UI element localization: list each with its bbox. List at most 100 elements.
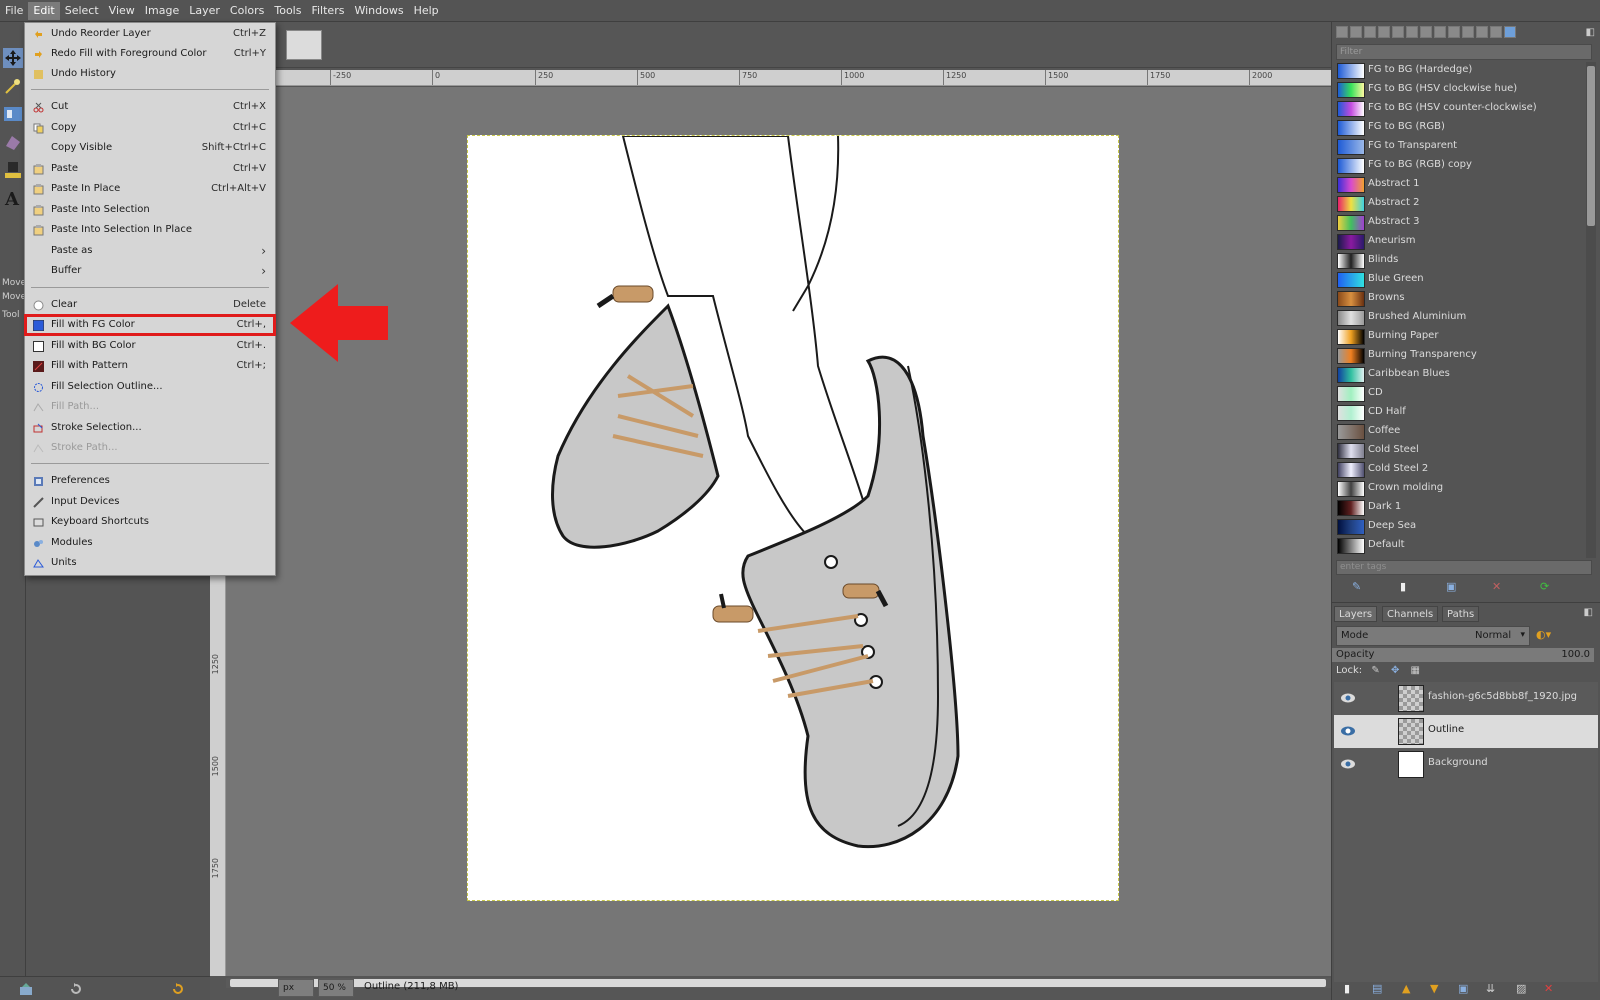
sample-points-tab-icon[interactable] — [1490, 26, 1502, 38]
horizontal-ruler[interactable]: -250 0 250 500 750 1000 1250 1500 1750 2… — [226, 70, 1336, 86]
image-tab-thumbnail[interactable] — [286, 30, 322, 60]
menu-item-undo-history[interactable]: Undo History — [25, 64, 275, 84]
menu-item-cut[interactable]: Cut Ctrl+X — [25, 97, 275, 117]
tool-presets-tab-icon[interactable] — [1434, 26, 1446, 38]
add-mask-icon[interactable]: ▨ — [1516, 982, 1526, 995]
gradient-item[interactable]: Dark 1 — [1336, 499, 1584, 518]
layer-row[interactable]: Outline — [1334, 715, 1598, 748]
composite-mode-icon[interactable]: ◐▾ — [1536, 628, 1551, 641]
text-tool-icon[interactable]: A — [3, 188, 23, 208]
gradient-item[interactable]: Abstract 2 — [1336, 195, 1584, 214]
zoom-select[interactable]: 50 % — [318, 979, 354, 997]
move-tool-icon[interactable] — [3, 48, 23, 68]
menu-colors[interactable]: Colors — [225, 2, 269, 20]
panel-menu-icon[interactable]: ◧ — [1584, 607, 1593, 618]
menu-tools[interactable]: Tools — [269, 2, 306, 20]
warp-tool-icon[interactable] — [3, 132, 23, 152]
menu-item-undo[interactable]: Undo Reorder Layer Ctrl+Z — [25, 24, 275, 44]
gradient-item[interactable]: CD Half — [1336, 404, 1584, 423]
lock-pixels-icon[interactable]: ✎ — [1371, 665, 1379, 676]
menu-layer[interactable]: Layer — [184, 2, 225, 20]
raise-layer-icon[interactable]: ▲ — [1402, 982, 1410, 995]
gradients-tab-icon[interactable] — [1504, 26, 1516, 38]
new-layer-icon[interactable]: ▮ — [1344, 982, 1350, 995]
menu-item-input-devices[interactable]: Input Devices — [25, 492, 275, 512]
menu-edit[interactable]: Edit — [28, 1, 60, 20]
refresh-gradients-icon[interactable]: ⟳ — [1540, 580, 1549, 593]
document-history-tab-icon[interactable] — [1378, 26, 1390, 38]
menu-view[interactable]: View — [104, 2, 140, 20]
transform-tool-icon[interactable] — [3, 104, 23, 124]
menu-file[interactable]: File — [0, 2, 28, 20]
layer-row[interactable]: fashion-g6c5d8bb8f_1920.jpg — [1334, 682, 1598, 715]
gradient-item[interactable]: FG to BG (HSV clockwise hue) — [1336, 81, 1584, 100]
gradient-item[interactable]: Browns — [1336, 290, 1584, 309]
opacity-slider[interactable]: Opacity 100.0 — [1332, 648, 1594, 662]
gradient-item[interactable]: Default — [1336, 537, 1584, 556]
patterns-tab-icon[interactable] — [1350, 26, 1362, 38]
image-canvas[interactable] — [467, 135, 1119, 901]
restore-icon[interactable] — [68, 981, 84, 997]
menu-item-clear[interactable]: Clear Delete — [25, 295, 275, 315]
gradient-item[interactable]: Burning Paper — [1336, 328, 1584, 347]
palettes-tab-icon[interactable] — [1448, 26, 1460, 38]
canvas-viewport[interactable] — [226, 87, 1336, 976]
menu-item-preferences[interactable]: Preferences — [25, 471, 275, 491]
menu-item-fill-with-bg-color[interactable]: Fill with BG Color Ctrl+. — [25, 336, 275, 356]
menu-item-units[interactable]: Units — [25, 553, 275, 573]
gradient-item[interactable]: FG to BG (HSV counter-clockwise) — [1336, 100, 1584, 119]
gradient-item[interactable]: Abstract 1 — [1336, 176, 1584, 195]
gradient-item[interactable]: Burning Transparency — [1336, 347, 1584, 366]
menu-item-fill-path[interactable]: Fill Path... — [25, 397, 275, 417]
menu-help[interactable]: Help — [409, 2, 444, 20]
fonts-tab-icon[interactable] — [1364, 26, 1376, 38]
eye-icon[interactable] — [1340, 725, 1356, 737]
menu-item-buffer[interactable]: Buffer › — [25, 261, 275, 281]
gradient-item[interactable]: Cold Steel 2 — [1336, 461, 1584, 480]
menu-item-paste-into-selection-in-place[interactable]: Paste Into Selection In Place — [25, 220, 275, 240]
delete-gradient-icon[interactable]: ✕ — [1492, 580, 1501, 593]
menu-item-keyboard-shortcuts[interactable]: Keyboard Shortcuts — [25, 512, 275, 532]
menu-item-paste-in-place[interactable]: Paste In Place Ctrl+Alt+V — [25, 179, 275, 199]
clone-tool-icon[interactable] — [3, 160, 23, 180]
menu-filters[interactable]: Filters — [306, 2, 349, 20]
lock-alpha-icon[interactable]: ▦ — [1411, 665, 1420, 676]
gradient-item[interactable]: Cold Steel — [1336, 442, 1584, 461]
menu-select[interactable]: Select — [60, 2, 104, 20]
menu-item-redo[interactable]: Redo Fill with Foreground Color Ctrl+Y — [25, 44, 275, 64]
duplicate-layer-icon[interactable]: ▣ — [1458, 982, 1468, 995]
gradient-item[interactable]: Aneurism — [1336, 233, 1584, 252]
new-gradient-icon[interactable]: ▮ — [1400, 580, 1406, 593]
gradient-item[interactable]: FG to Transparent — [1336, 138, 1584, 157]
menu-item-paste-into-selection[interactable]: Paste Into Selection — [25, 200, 275, 220]
paint-dynamics-tab-icon[interactable] — [1406, 26, 1418, 38]
save-preset-icon[interactable] — [18, 981, 34, 997]
gradient-filter-input[interactable]: Filter — [1336, 44, 1592, 60]
layer-mode-select[interactable]: Mode Normal ▾ — [1336, 626, 1530, 646]
brushes-tab-icon[interactable] — [1336, 26, 1348, 38]
menu-item-modules[interactable]: Modules — [25, 533, 275, 553]
brush-tab-icon[interactable] — [1420, 26, 1432, 38]
scroll-thumb[interactable] — [1587, 66, 1595, 226]
buffers-tab-icon[interactable] — [1476, 26, 1488, 38]
menu-item-paste[interactable]: Paste Ctrl+V — [25, 159, 275, 179]
tab-paths[interactable]: Paths — [1442, 606, 1480, 622]
menu-image[interactable]: Image — [140, 2, 184, 20]
dock-menu-icon[interactable]: ◧ — [1586, 27, 1595, 38]
new-layer-group-icon[interactable]: ▤ — [1372, 982, 1382, 995]
delete-layer-icon[interactable]: ✕ — [1544, 982, 1553, 995]
gradient-item[interactable]: Coffee — [1336, 423, 1584, 442]
gradient-item[interactable]: Crown molding — [1336, 480, 1584, 499]
menu-windows[interactable]: Windows — [349, 2, 408, 20]
gradient-item[interactable]: Blinds — [1336, 252, 1584, 271]
menu-item-copy[interactable]: Copy Ctrl+C — [25, 118, 275, 138]
tab-layers[interactable]: Layers — [1334, 606, 1378, 622]
layer-row[interactable]: Background — [1334, 748, 1598, 781]
gradient-item[interactable]: FG to BG (Hardedge) — [1336, 62, 1584, 81]
merge-layer-icon[interactable]: ⇊ — [1486, 982, 1495, 995]
eye-icon[interactable] — [1340, 758, 1356, 770]
menu-item-stroke-selection[interactable]: Stroke Selection... — [25, 418, 275, 438]
lock-position-icon[interactable]: ✥ — [1391, 665, 1399, 676]
gradient-item[interactable]: Brushed Aluminium — [1336, 309, 1584, 328]
lower-layer-icon[interactable]: ▼ — [1430, 982, 1438, 995]
